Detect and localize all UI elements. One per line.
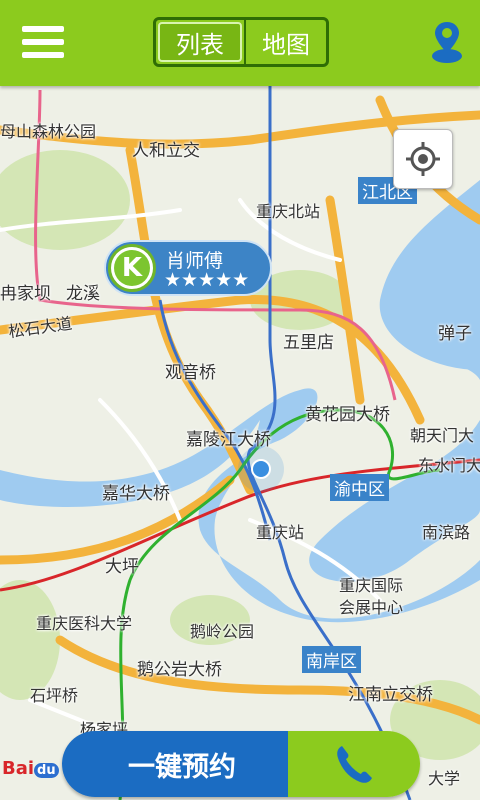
booking-bar: 一键预约 <box>62 731 420 797</box>
map-label: 朝天门大 <box>410 426 475 445</box>
baidu-logo: Bai du <box>2 758 59 779</box>
map-label: 大学 <box>428 769 461 788</box>
map-label: 龙溪 <box>66 284 100 304</box>
locate-me-button[interactable] <box>393 129 453 189</box>
phone-icon <box>337 746 372 783</box>
map-label: 黄花园大桥 <box>305 405 390 425</box>
map-label: 渝中区 <box>330 474 389 501</box>
driver-rating-stars: ★★★★★ <box>164 269 250 291</box>
map-label: 鹅岭公园 <box>190 622 255 641</box>
map-label: 冉家坝 <box>0 284 51 304</box>
map-label: 重庆国际 <box>339 576 404 595</box>
driver-marker[interactable]: K 肖师傅 ★★★★★ <box>104 240 272 296</box>
map-label: 石坪桥 <box>30 686 79 705</box>
map-label: 重庆医科大学 <box>36 614 133 633</box>
map-view[interactable]: 母山森林公园 人和立交 重庆北站 江北区 冉家坝 龙溪 松石大道 五里店 弹子 … <box>0 86 480 800</box>
map-label: 鹅公岩大桥 <box>137 660 222 680</box>
current-location-dot <box>251 459 271 479</box>
map-label: 嘉华大桥 <box>102 484 170 504</box>
map-label: 母山森林公园 <box>0 122 97 141</box>
tab-list[interactable]: 列表 <box>158 22 242 62</box>
hamburger-menu-icon[interactable] <box>22 22 64 62</box>
map-label: 五里店 <box>283 333 334 353</box>
map-label: 大坪 <box>105 557 139 577</box>
driver-k-badge-icon: K <box>108 244 156 292</box>
one-click-book-button[interactable]: 一键预约 <box>62 731 288 797</box>
top-bar: 列表 地图 <box>0 0 480 86</box>
map-label: 弹子 <box>438 324 472 344</box>
map-label: 江南立交桥 <box>348 685 433 705</box>
map-label: 重庆北站 <box>256 202 321 221</box>
tab-map[interactable]: 地图 <box>244 20 326 64</box>
map-label: 观音桥 <box>165 363 216 383</box>
call-button[interactable] <box>288 731 420 797</box>
map-label: 东水门大 <box>418 456 480 475</box>
map-label: 人和立交 <box>132 141 200 161</box>
map-label: 重庆站 <box>256 523 305 542</box>
location-pin-icon[interactable] <box>430 20 464 66</box>
crosshair-icon <box>406 142 440 176</box>
view-toggle: 列表 地图 <box>153 17 329 67</box>
map-label: 南岸区 <box>302 646 361 673</box>
map-label: 会展中心 <box>339 598 404 617</box>
map-label: 南滨路 <box>422 523 471 542</box>
